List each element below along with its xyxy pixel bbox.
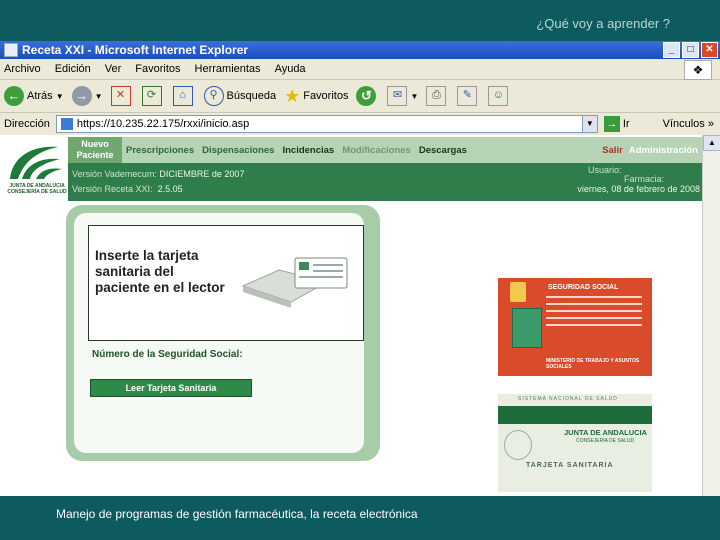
nss-label: Número de la Seguridad Social: (92, 349, 243, 360)
menu-ver[interactable]: Ver (105, 63, 122, 75)
andalucia-emblem-icon (504, 430, 532, 460)
ts-card-dept: CONSEJERIA DE SALUD (576, 438, 635, 444)
ie-icon (4, 43, 18, 57)
seguridad-social-card-image: SEGURIDAD SOCIAL MINISTERIO DE TRABAJO Y… (498, 278, 652, 376)
instruction-text: Inserte la tarjeta sanitaria del pacient… (95, 248, 225, 295)
nav-incidencias[interactable]: Incidencias (282, 145, 334, 156)
read-card-button[interactable]: Leer Tarjeta Sanitaria (90, 379, 252, 397)
messenger-icon[interactable]: ☺ (488, 86, 509, 106)
app-nav: Nuevo Paciente Prescripciones Dispensaci… (68, 137, 702, 163)
ts-card-org: JUNTA DE ANDALUCIA (564, 428, 648, 437)
address-label: Dirección (4, 118, 50, 130)
page-icon (60, 118, 73, 130)
administracion-link[interactable]: Administración (629, 145, 698, 156)
forward-dropdown-icon[interactable]: ▼ (95, 92, 103, 101)
search-label: Búsqueda (226, 90, 277, 102)
address-input[interactable]: https://10.235.22.175/rxxi/inicio.asp ▼ (55, 115, 598, 133)
current-date: viernes, 08 de febrero de 2008 (577, 184, 700, 194)
spain-crest-icon (510, 282, 526, 302)
go-button[interactable]: → Ir (603, 116, 630, 132)
forward-arrow-icon: → (71, 86, 92, 106)
junta-logo-icon (10, 146, 62, 179)
close-button[interactable]: ✕ (701, 42, 718, 58)
menu-bar: Archivo Edición Ver Favoritos Herramient… (0, 59, 720, 80)
links-button[interactable]: Vínculos » (663, 118, 714, 130)
home-icon[interactable]: ⌂ (172, 86, 193, 106)
go-arrow-icon: → (603, 116, 620, 132)
nav-dispensaciones[interactable]: Dispensaciones (202, 145, 274, 156)
salir-link[interactable]: Salir (602, 145, 623, 156)
minimize-button[interactable]: _ (663, 42, 680, 58)
nav-descargas[interactable]: Descargas (419, 145, 467, 156)
search-icon: ⚲ (203, 86, 224, 106)
ts-card-top: SISTEMA NACIONAL DE SALUD (518, 396, 618, 402)
window-title: Receta XXI - Microsoft Internet Explorer (22, 43, 249, 57)
address-dropdown-icon[interactable]: ▼ (581, 116, 597, 132)
ts-card-name: TARJETA SANITARIA (526, 462, 614, 469)
stop-icon[interactable]: ✕ (110, 86, 131, 106)
nuevo-paciente-button[interactable]: Nuevo Paciente (68, 137, 122, 163)
slide-footer: Manejo de programas de gestión farmacéut… (56, 507, 418, 521)
address-url: https://10.235.22.175/rxxi/inicio.asp (76, 118, 250, 130)
back-dropdown-icon[interactable]: ▼ (56, 92, 64, 101)
star-icon: ★ (284, 85, 301, 106)
back-button[interactable]: ← Atrás ▼ (4, 86, 64, 106)
back-arrow-icon: ← (4, 86, 24, 106)
menu-favoritos[interactable]: Favoritos (135, 63, 180, 75)
address-bar: Dirección https://10.235.22.175/rxxi/ini… (0, 113, 720, 135)
card-reader-icon (241, 257, 348, 308)
farmacia-label: Farmacia: (624, 174, 665, 184)
card-chip-icon (512, 308, 542, 348)
instruction-box: Inserte la tarjeta sanitaria del pacient… (88, 225, 364, 341)
favorites-label: Favoritos (303, 90, 349, 102)
receta-label: Versión Receta XXI: (72, 184, 153, 194)
menu-herramientas[interactable]: Herramientas (195, 63, 261, 75)
ss-card-ministry: MINISTERIO DE TRABAJO Y ASUNTOS SOCIALES (546, 358, 640, 370)
vademecum-value: DICIEMBRE de 2007 (159, 169, 245, 179)
menu-ayuda[interactable]: Ayuda (275, 63, 306, 75)
page-content: JUNTA DE ANDALUCIA CONSEJERÍA DE SALUD N… (0, 135, 702, 496)
usuario-label: Usuario: (588, 165, 622, 175)
menu-archivo[interactable]: Archivo (4, 63, 41, 75)
receta-value: 2.5.05 (157, 184, 183, 194)
go-label: Ir (622, 118, 630, 130)
links-label: Vínculos (662, 118, 705, 130)
print-icon[interactable]: ⎙ (426, 86, 447, 106)
forward-button[interactable]: → ▼ (71, 86, 103, 106)
favorites-button[interactable]: ★ Favoritos (284, 86, 348, 107)
vertical-scrollbar[interactable]: ▲ (702, 135, 720, 496)
scroll-up-icon[interactable]: ▲ (703, 135, 720, 151)
window-titlebar[interactable]: Receta XXI - Microsoft Internet Explorer… (0, 41, 720, 59)
logo-text: JUNTA DE ANDALUCIA CONSEJERÍA DE SALUD (7, 183, 67, 195)
edit-icon[interactable]: ✎ (457, 86, 478, 106)
version-info: Versión Vademecum: DICIEMBRE de 2007 Ver… (68, 163, 702, 201)
vademecum-label: Versión Vademecum: (72, 169, 157, 179)
history-icon[interactable]: ↺ (356, 86, 377, 106)
refresh-icon[interactable]: ⟳ (141, 86, 162, 106)
nav-prescripciones[interactable]: Prescripciones (126, 145, 194, 156)
mail-icon[interactable]: ✉ (387, 86, 408, 106)
ss-card-header: SEGURIDAD SOCIAL (548, 284, 619, 291)
card-reader-panel: Inserte la tarjeta sanitaria del pacient… (66, 205, 380, 461)
tarjeta-sanitaria-image: SISTEMA NACIONAL DE SALUD JUNTA DE ANDAL… (498, 394, 652, 492)
browser-window: Receta XXI - Microsoft Internet Explorer… (0, 41, 720, 496)
menu-edicion[interactable]: Edición (55, 63, 91, 75)
back-label: Atrás (27, 90, 53, 102)
maximize-button[interactable]: □ (682, 42, 699, 58)
slide-title: ¿Qué voy a aprender ? (536, 16, 670, 31)
toolbar: ← Atrás ▼ → ▼ ✕ ⟳ ⌂ ⚲ Búsqueda ★ Favorit… (0, 80, 720, 113)
search-button[interactable]: ⚲ Búsqueda (203, 86, 277, 106)
nav-modificaciones[interactable]: Modificaciones (342, 145, 411, 156)
windows-logo-icon: ❖ (684, 60, 712, 80)
junta-logo: JUNTA DE ANDALUCIA CONSEJERÍA DE SALUD (2, 139, 67, 197)
